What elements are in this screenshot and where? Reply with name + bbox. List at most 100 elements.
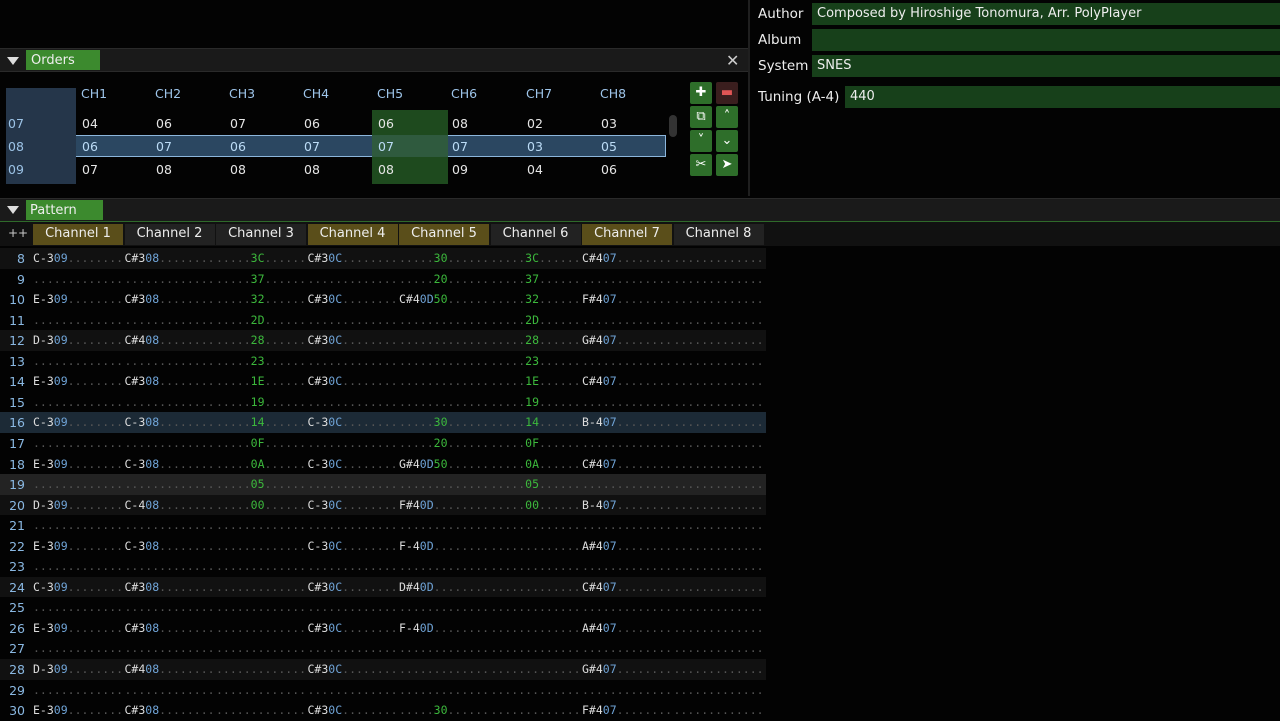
pattern-cell[interactable]: ............. xyxy=(33,559,123,573)
pattern-row[interactable]: 10 E-309........ C#308........ .....32.....… xyxy=(0,289,766,310)
pattern-cell[interactable]: C#30C........ xyxy=(308,251,398,265)
orders-cell[interactable]: 07 xyxy=(452,139,468,154)
move-up-icon[interactable]: ˄ xyxy=(716,106,738,128)
pattern-cell[interactable]: ............. xyxy=(491,703,581,717)
pattern-cell[interactable]: .....0F...... xyxy=(216,436,306,450)
author-field[interactable]: Composed by Hiroshige Tonomura, Arr. Pol… xyxy=(812,3,1280,25)
add-order-button[interactable]: ✚ xyxy=(690,82,712,104)
pattern-cell[interactable]: .....20...... xyxy=(399,272,489,286)
pattern-cell[interactable]: .....0F...... xyxy=(491,436,581,450)
pattern-cell[interactable]: .....2D...... xyxy=(491,313,581,327)
pattern-row[interactable]: 9.......................... .....37......… xyxy=(0,269,766,290)
channel-header-6[interactable]: Channel 6 xyxy=(490,224,581,245)
pattern-cell[interactable]: .....30...... xyxy=(399,415,489,429)
pattern-cell[interactable]: .....32...... xyxy=(216,292,306,306)
pattern-cell[interactable]: E-309........ xyxy=(33,292,123,306)
pattern-cell[interactable]: ............. xyxy=(399,518,489,532)
pattern-cell[interactable]: C#30C........ xyxy=(308,662,398,676)
pattern-cell[interactable]: D#40D........ xyxy=(399,580,489,594)
pattern-cell[interactable]: .....28...... xyxy=(491,333,581,347)
pattern-cell[interactable]: ............. xyxy=(125,272,215,286)
pattern-row[interactable]: 25......................................… xyxy=(0,597,766,618)
pattern-cell[interactable]: ............. xyxy=(308,395,398,409)
pattern-cell[interactable]: ............. xyxy=(308,436,398,450)
pattern-cell[interactable]: C-308........ xyxy=(125,415,215,429)
pattern-cell[interactable]: ............. xyxy=(125,313,215,327)
pattern-cell[interactable]: B-407........ xyxy=(582,415,672,429)
orders-cell[interactable]: 07 xyxy=(82,162,98,177)
pattern-cell[interactable]: ............. xyxy=(491,518,581,532)
pattern-cell[interactable]: C-309........ xyxy=(33,580,123,594)
pattern-cell[interactable]: ............. xyxy=(308,641,398,655)
pattern-cell[interactable]: F-40D........ xyxy=(399,621,489,635)
pattern-cell[interactable]: C-309........ xyxy=(33,415,123,429)
collapse-pattern-icon[interactable] xyxy=(7,206,19,214)
pattern-cell[interactable]: ............. xyxy=(674,272,764,286)
pattern-cell[interactable]: ............. xyxy=(491,580,581,594)
orders-cell[interactable]: 08 xyxy=(156,162,172,177)
pattern-cell[interactable]: ............. xyxy=(33,518,123,532)
tuning-field[interactable]: 440 xyxy=(845,86,1280,108)
pattern-cell[interactable]: E-309........ xyxy=(33,374,123,388)
pattern-cell[interactable]: .....19...... xyxy=(491,395,581,409)
pattern-cell[interactable]: ............. xyxy=(33,477,123,491)
pattern-cell[interactable]: ............. xyxy=(674,354,764,368)
close-icon[interactable]: ✕ xyxy=(726,51,739,70)
pattern-cell[interactable]: G#407........ xyxy=(582,662,672,676)
duplicate-order-icon[interactable]: ⧉ xyxy=(690,106,712,128)
pattern-cell[interactable]: C-30C........ xyxy=(308,415,398,429)
pattern-cell[interactable]: ............. xyxy=(125,559,215,573)
pattern-cell[interactable]: C-30C........ xyxy=(308,539,398,553)
pattern-cell[interactable]: ............. xyxy=(33,313,123,327)
pattern-cell[interactable]: ............. xyxy=(674,621,764,635)
pattern-cell[interactable]: D-309........ xyxy=(33,498,123,512)
pattern-cell[interactable]: ............. xyxy=(125,518,215,532)
pattern-cell[interactable]: ............. xyxy=(308,477,398,491)
pattern-cell[interactable]: .....30...... xyxy=(399,703,489,717)
pattern-cell[interactable]: ............. xyxy=(674,374,764,388)
pattern-cell[interactable]: ............. xyxy=(33,641,123,655)
orders-cell[interactable]: 04 xyxy=(527,162,543,177)
pattern-cell[interactable]: ............. xyxy=(125,395,215,409)
orders-cell[interactable]: 06 xyxy=(230,139,246,154)
pattern-cell[interactable]: ............. xyxy=(399,333,489,347)
pattern-cell[interactable]: C-30C........ xyxy=(308,498,398,512)
pattern-cell[interactable]: ............. xyxy=(399,313,489,327)
pattern-cell[interactable]: ............. xyxy=(308,683,398,697)
orders-tab[interactable]: Orders xyxy=(26,50,100,70)
pattern-cell[interactable]: ............. xyxy=(308,272,398,286)
pattern-cell[interactable]: .....23...... xyxy=(491,354,581,368)
pattern-cell[interactable]: ............. xyxy=(399,641,489,655)
pattern-cell[interactable]: ............. xyxy=(33,395,123,409)
pattern-cell[interactable]: ............. xyxy=(308,313,398,327)
channel-header-2[interactable]: Channel 2 xyxy=(124,224,215,245)
pattern-cell[interactable]: C#407........ xyxy=(582,580,672,594)
pattern-cell[interactable]: ............. xyxy=(308,559,398,573)
pattern-cell[interactable]: C#408........ xyxy=(125,662,215,676)
pattern-cell[interactable]: .....1E...... xyxy=(491,374,581,388)
pattern-row[interactable]: 19.......................... .....05.....… xyxy=(0,474,766,495)
pattern-cell[interactable]: ............. xyxy=(674,683,764,697)
collapse-orders-icon[interactable] xyxy=(7,57,19,65)
pattern-cell[interactable]: ............. xyxy=(674,580,764,594)
pattern-cell[interactable]: C#308........ xyxy=(125,703,215,717)
pattern-row[interactable]: 14 E-309........ C#308........ .....1E.....… xyxy=(0,371,766,392)
pattern-cell[interactable]: C#40D50...... xyxy=(399,292,489,306)
pattern-cell[interactable]: ............. xyxy=(308,518,398,532)
orders-cell[interactable]: 06 xyxy=(601,162,617,177)
pattern-cell[interactable]: ............. xyxy=(582,272,672,286)
pattern-cell[interactable]: ............. xyxy=(582,518,672,532)
place-bottom-icon[interactable]: ⌄ xyxy=(716,130,738,152)
pattern-cell[interactable]: C#30C........ xyxy=(308,703,398,717)
pattern-cell[interactable]: ............. xyxy=(399,374,489,388)
orders-cell[interactable]: 08 xyxy=(378,162,394,177)
orders-cell[interactable]: 09 xyxy=(452,162,468,177)
orders-cell[interactable]: 06 xyxy=(304,116,320,131)
pattern-cell[interactable]: ............. xyxy=(491,641,581,655)
orders-cell[interactable]: 04 xyxy=(82,116,98,131)
orders-cell[interactable]: 06 xyxy=(82,139,98,154)
pattern-row[interactable]: 28 D-309........ C#408....................… xyxy=(0,659,766,680)
pattern-cell[interactable]: .....2D...... xyxy=(216,313,306,327)
pattern-cell[interactable]: F#40D........ xyxy=(399,498,489,512)
orders-scrollbar[interactable] xyxy=(669,115,677,137)
